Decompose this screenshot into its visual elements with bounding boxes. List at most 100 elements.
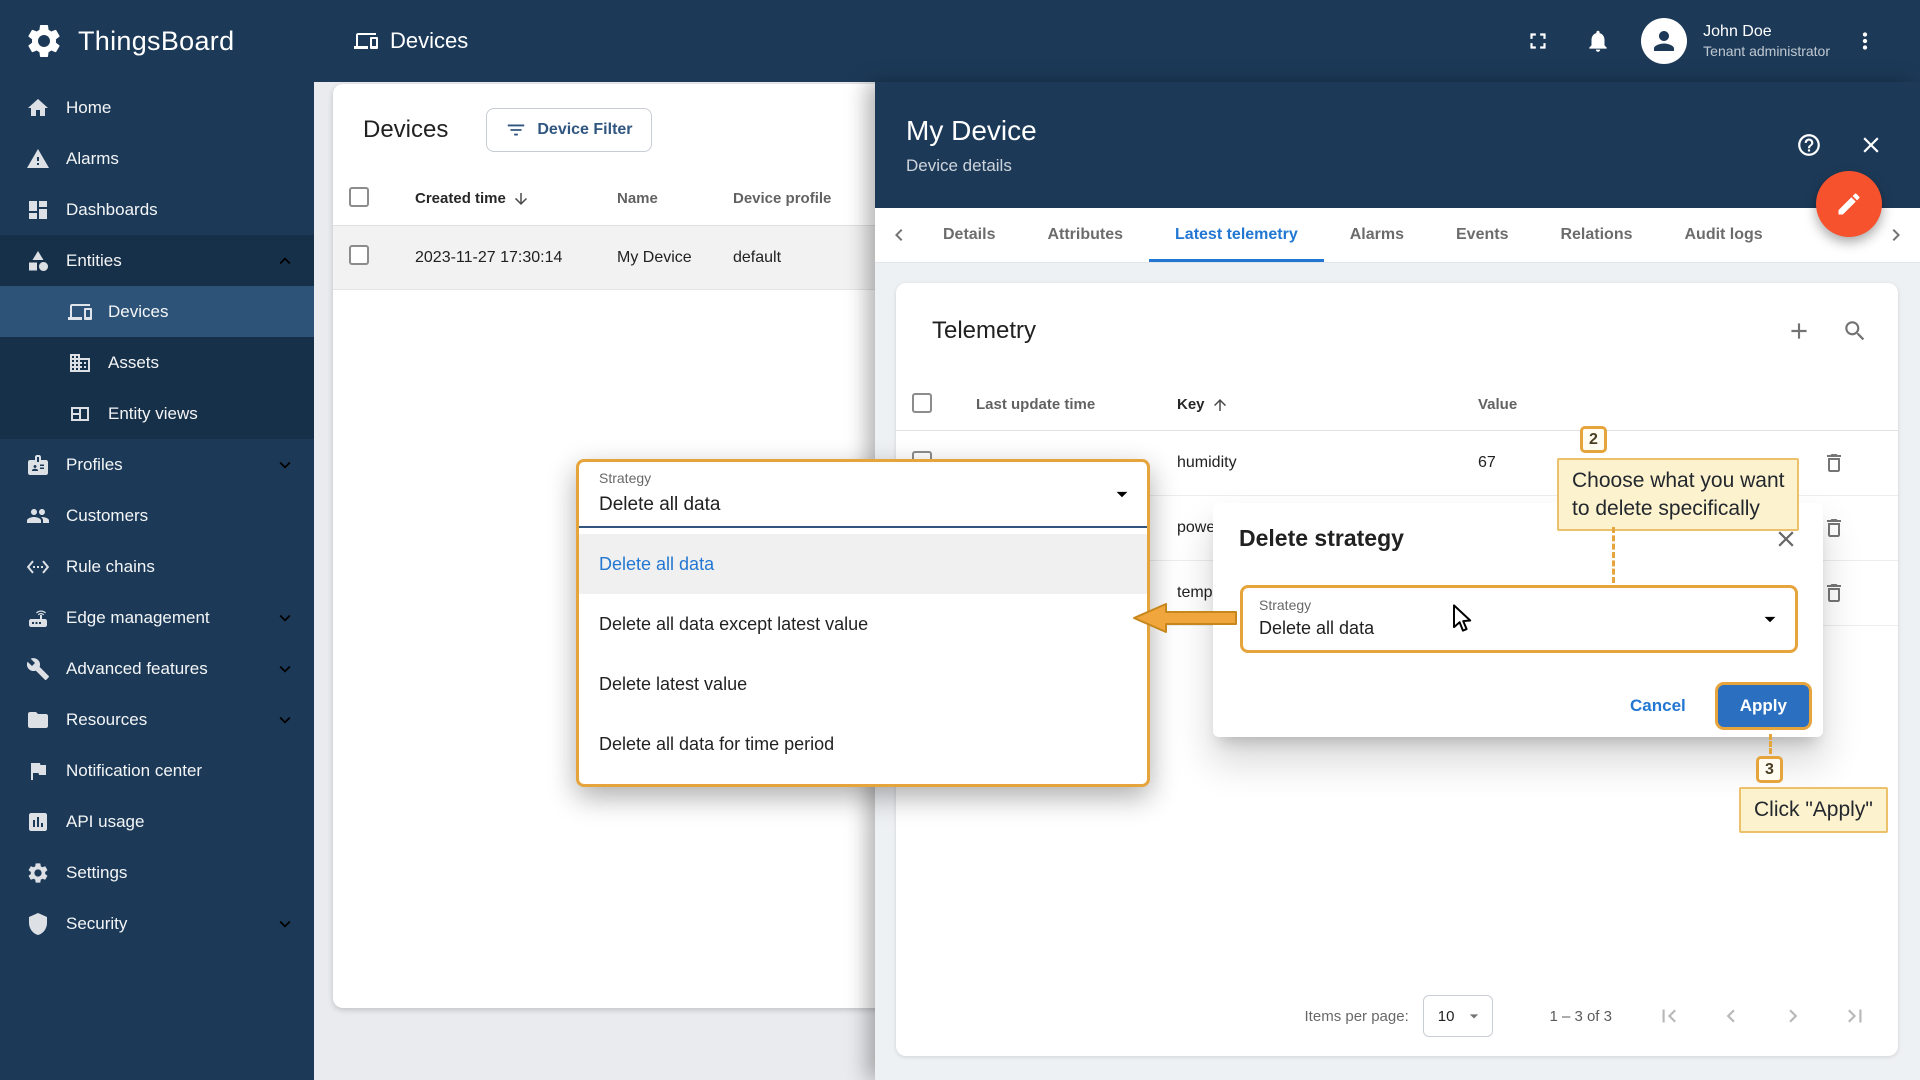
option-delete-all-data[interactable]: Delete all data [579, 534, 1147, 594]
apply-button[interactable]: Apply [1717, 685, 1809, 727]
step-3-badge: 3 [1756, 756, 1783, 783]
sidebar-item-label: Resources [66, 709, 148, 729]
tab-alarms[interactable]: Alarms [1324, 208, 1430, 262]
strategy-field-value: Delete all data [1259, 618, 1375, 638]
close-drawer-button[interactable] [1858, 132, 1884, 158]
sidebar-item-devices[interactable]: Devices [0, 286, 314, 337]
items-per-page-label: Items per page: [1304, 1007, 1409, 1025]
bell-icon [1585, 28, 1611, 54]
chevron-down-icon [274, 658, 296, 680]
sidebar-item-api-usage[interactable]: API usage [0, 796, 314, 847]
sidebar-item-label: Entities [66, 250, 122, 270]
more-vert-icon [1852, 28, 1878, 54]
tab-details[interactable]: Details [917, 208, 1021, 262]
sidebar-item-label: Notification center [66, 760, 203, 780]
select-all-checkbox[interactable] [912, 392, 932, 413]
select-all-checkbox[interactable] [349, 186, 369, 207]
shield-icon [26, 912, 50, 936]
caret-down-icon [1464, 1006, 1484, 1026]
tab-audit-logs[interactable]: Audit logs [1658, 208, 1788, 262]
tools-icon [26, 657, 50, 681]
sidebar-menu: Home Alarms Dashboards Entities Devices … [0, 82, 314, 949]
column-last-update-time[interactable]: Last update time [976, 396, 1177, 413]
sidebar-item-resources[interactable]: Resources [0, 694, 314, 745]
delete-telemetry-button[interactable] [1822, 581, 1846, 605]
user-name: John Doe [1703, 22, 1772, 40]
device-created-time: 2023-11-27 17:30:14 [415, 248, 563, 266]
tab-relations[interactable]: Relations [1534, 208, 1658, 262]
avatar[interactable] [1641, 18, 1688, 64]
home-icon [26, 96, 50, 120]
delete-telemetry-button[interactable] [1822, 516, 1846, 540]
tabs-scroll-right-button[interactable] [1878, 208, 1914, 262]
items-per-page-select[interactable]: 10 [1422, 995, 1494, 1037]
tabs-scroll-left-button[interactable] [881, 208, 917, 262]
search-telemetry-button[interactable] [1842, 318, 1868, 344]
sidebar-item-rule-chains[interactable]: Rule chains [0, 541, 314, 592]
option-delete-latest-value[interactable]: Delete latest value [579, 654, 1147, 714]
drawer-title: My Device [906, 114, 1037, 146]
thingsboard-logo-icon [24, 21, 64, 61]
sidebar-item-profiles[interactable]: Profiles [0, 439, 314, 490]
next-page-button[interactable] [1780, 1003, 1806, 1029]
sidebar-item-label: Entity views [108, 403, 198, 423]
option-delete-for-time-period[interactable]: Delete all data for time period [579, 714, 1147, 774]
strategy-field-label: Strategy [599, 470, 652, 486]
device-name: My Device [617, 248, 692, 266]
sidebar-item-label: Home [66, 97, 112, 117]
sidebar-item-security[interactable]: Security [0, 898, 314, 949]
column-name[interactable]: Name [617, 190, 733, 207]
strategy-select-field[interactable]: Strategy Delete all data [579, 462, 1147, 528]
sidebar-item-label: API usage [66, 811, 145, 831]
search-icon [1842, 318, 1868, 344]
sidebar-item-customers[interactable]: Customers [0, 490, 314, 541]
notifications-button[interactable] [1585, 28, 1611, 54]
chevron-down-icon [274, 454, 296, 476]
sidebar-item-label: Alarms [66, 148, 119, 168]
pencil-icon [1835, 190, 1863, 218]
tab-attributes[interactable]: Attributes [1021, 208, 1149, 262]
delete-telemetry-button[interactable] [1822, 451, 1846, 475]
cancel-button[interactable]: Cancel [1618, 686, 1698, 726]
drawer-header-actions [1796, 132, 1884, 158]
sidebar-item-alarms[interactable]: Alarms [0, 133, 314, 184]
sidebar-item-home[interactable]: Home [0, 82, 314, 133]
column-key[interactable]: Key [1177, 396, 1478, 414]
person-icon [1649, 26, 1679, 56]
tab-latest-telemetry[interactable]: Latest telemetry [1149, 208, 1324, 262]
sidebar-item-label: Edge management [66, 607, 210, 627]
drawer-subtitle: Device details [906, 156, 1012, 176]
sidebar-item-label: Devices [108, 301, 169, 321]
sidebar-item-notification-center[interactable]: Notification center [0, 745, 314, 796]
column-value[interactable]: Value [1478, 396, 1822, 413]
step-2-connector [1612, 527, 1615, 583]
sidebar-item-label: Dashboards [66, 199, 158, 219]
sidebar-item-entity-views[interactable]: Entity views [0, 388, 314, 439]
row-checkbox[interactable] [349, 245, 369, 265]
sidebar-item-assets[interactable]: Assets [0, 337, 314, 388]
sidebar-item-dashboards[interactable]: Dashboards [0, 184, 314, 235]
tab-events[interactable]: Events [1430, 208, 1534, 262]
fullscreen-button[interactable] [1525, 28, 1551, 54]
plus-icon [1786, 318, 1812, 344]
tutorial-arrow [1133, 603, 1237, 633]
sidebar-item-edge-management[interactable]: Edge management [0, 592, 314, 643]
add-telemetry-button[interactable] [1786, 318, 1812, 344]
telemetry-header: Telemetry [896, 283, 1898, 379]
help-button[interactable] [1796, 132, 1822, 158]
first-page-button[interactable] [1656, 1003, 1682, 1029]
sidebar-item-settings[interactable]: Settings [0, 847, 314, 898]
sidebar-item-advanced-features[interactable]: Advanced features [0, 643, 314, 694]
chevron-right-icon [1884, 223, 1908, 247]
sidebar-item-entities[interactable]: Entities [0, 235, 314, 286]
last-page-button[interactable] [1842, 1003, 1868, 1029]
device-filter-button[interactable]: Device Filter [486, 108, 652, 152]
column-created-time[interactable]: Created time [415, 190, 617, 208]
dialog-strategy-select[interactable]: Strategy Delete all data [1240, 585, 1798, 653]
option-delete-all-except-latest[interactable]: Delete all data except latest value [579, 594, 1147, 654]
more-menu-button[interactable] [1852, 28, 1878, 54]
previous-page-button[interactable] [1718, 1003, 1744, 1029]
sidebar-item-label: Rule chains [66, 556, 155, 576]
edit-device-fab[interactable] [1816, 171, 1882, 237]
caret-down-icon [1109, 481, 1135, 507]
